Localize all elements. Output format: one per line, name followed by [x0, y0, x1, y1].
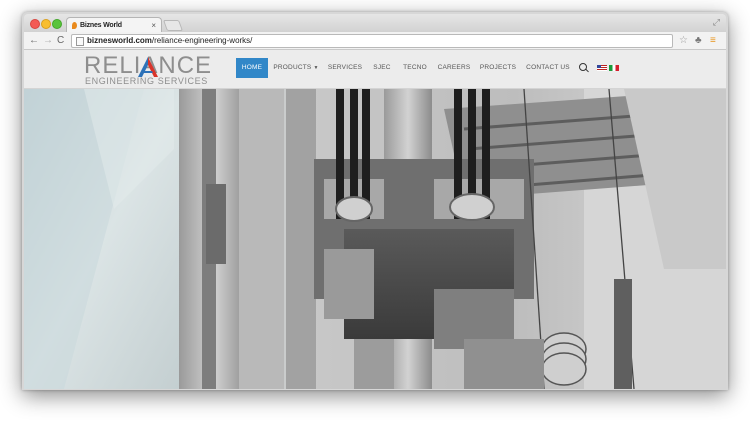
url-text: biznesworld.com/reliance-engineering-wor… [87, 36, 253, 45]
back-icon[interactable]: ← [29, 33, 39, 48]
browser-toolbar: ← → C biznesworld.com/reliance-engineeri… [24, 32, 726, 50]
minimize-window-button[interactable] [41, 19, 51, 29]
close-window-button[interactable] [30, 19, 40, 29]
nav-tecno[interactable]: TECNO [400, 58, 430, 78]
reload-icon[interactable]: C [57, 33, 64, 48]
logo-tagline: ENGINEERING SERVICES [85, 76, 208, 86]
english-flag-icon[interactable] [597, 65, 607, 71]
hero-image [24, 89, 726, 389]
nav-products-label: PRODUCTS [273, 64, 312, 71]
nav-services[interactable]: SERVICES [326, 58, 364, 78]
nav-home[interactable]: HOME [236, 58, 268, 78]
elevator-machinery-image [24, 89, 726, 389]
browser-tab[interactable]: Biznes World × [66, 17, 162, 33]
address-bar[interactable]: biznesworld.com/reliance-engineering-wor… [71, 34, 673, 48]
search-icon[interactable] [579, 63, 587, 71]
tab-close-icon[interactable]: × [151, 18, 156, 33]
page-icon [76, 37, 84, 46]
logo[interactable]: RELIANCE ENGINEERING SERVICES [84, 53, 211, 87]
menu-icon[interactable]: ≡ [710, 33, 716, 48]
favicon-icon [72, 22, 77, 29]
zoom-window-button[interactable] [52, 19, 62, 29]
new-tab-button[interactable] [162, 20, 184, 31]
nav-sjec[interactable]: SJEC [370, 58, 394, 78]
extension-icon[interactable]: ♣ [695, 33, 702, 48]
tab-title: Biznes World [80, 22, 122, 29]
nav-products[interactable]: PRODUCTS ▼ [272, 58, 320, 78]
fullscreen-icon[interactable]: ⤢ [713, 17, 720, 28]
nav-contact-us[interactable]: CONTACT US [524, 58, 572, 78]
tab-strip: Biznes World × ⤢ [24, 14, 726, 33]
nav-projects[interactable]: PROJECTS [478, 58, 518, 78]
chevron-down-icon: ▼ [313, 65, 319, 71]
browser-window: Biznes World × ⤢ ← → C biznesworld.com/r… [24, 14, 726, 389]
nav-careers[interactable]: CAREERS [436, 58, 472, 78]
italian-flag-icon[interactable] [609, 65, 619, 71]
forward-icon[interactable]: → [43, 33, 53, 48]
logo-mark-icon [138, 57, 158, 77]
bookmark-star-icon[interactable]: ☆ [679, 33, 688, 48]
site-header: RELIANCE ENGINEERING SERVICES HOME PRODU… [24, 50, 726, 89]
